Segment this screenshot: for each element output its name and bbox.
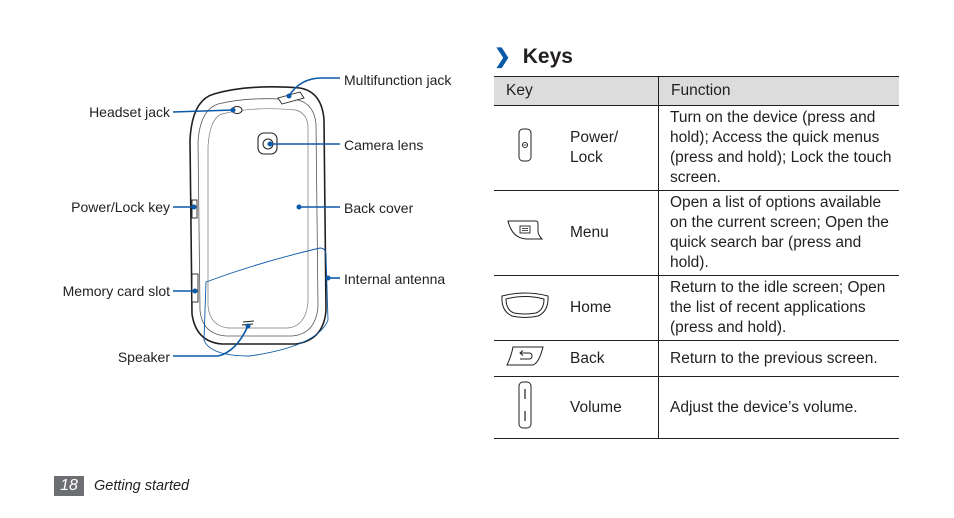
table-row: Home Return to the idle screen; Open the… <box>494 275 899 341</box>
phone-back-diagram: Headset jack Multifunction jack Camera l… <box>0 0 480 440</box>
header-key: Key <box>494 76 659 106</box>
callout-speaker: Speaker <box>117 349 170 365</box>
callout-headset-jack: Headset jack <box>89 104 170 120</box>
menu-key-icon <box>507 220 544 240</box>
table-row: Menu Open a list of options available on… <box>494 190 899 276</box>
callout-multifunction-jack: Multifunction jack <box>344 72 452 88</box>
table-row: Volume Adjust the device’s volume. <box>494 376 899 439</box>
key-name: Home <box>556 275 659 341</box>
footer-section-label: Getting started <box>94 478 190 494</box>
callout-camera-lens: Camera lens <box>344 137 424 153</box>
header-function: Function <box>658 76 899 106</box>
key-name: Power/ Lock <box>556 105 659 191</box>
key-name: Menu <box>556 190 659 276</box>
page-number: 18 <box>54 476 84 496</box>
callout-memory-card-slot: Memory card slot <box>62 283 170 299</box>
back-key-icon <box>506 346 544 365</box>
key-function: Return to the previous screen. <box>658 340 899 377</box>
chevron-right-icon: ❯ <box>494 46 511 68</box>
callout-power-lock-key: Power/Lock key <box>71 199 170 215</box>
phone-outline <box>189 86 327 345</box>
phone-back-illustration <box>172 77 340 357</box>
key-name: Volume <box>556 376 659 439</box>
table-row: Power/ Lock Turn on the device (press an… <box>494 105 899 191</box>
table-header-row: Key Function <box>494 76 899 106</box>
key-function: Turn on the device (press and hold); Acc… <box>658 105 899 191</box>
callout-internal-antenna: Internal antenna <box>344 271 446 287</box>
keys-table: Key Function Power/ Lock Turn on the dev… <box>494 76 899 439</box>
power-lock-key-icon <box>518 128 532 162</box>
callout-back-cover: Back cover <box>344 200 414 216</box>
home-key-icon <box>501 292 549 318</box>
section-title: Keys <box>522 44 573 68</box>
page-footer: 18 Getting started <box>54 476 189 496</box>
key-function: Open a list of options available on the … <box>658 190 899 276</box>
key-name: Back <box>556 340 659 377</box>
section-heading: ❯ Keys <box>494 44 573 69</box>
memory-slot-shape <box>191 273 199 303</box>
volume-key-icon <box>518 381 532 428</box>
key-function: Adjust the device’s volume. <box>658 376 899 439</box>
table-row: Back Return to the previous screen. <box>494 340 899 377</box>
key-function: Return to the idle screen; Open the list… <box>658 275 899 341</box>
